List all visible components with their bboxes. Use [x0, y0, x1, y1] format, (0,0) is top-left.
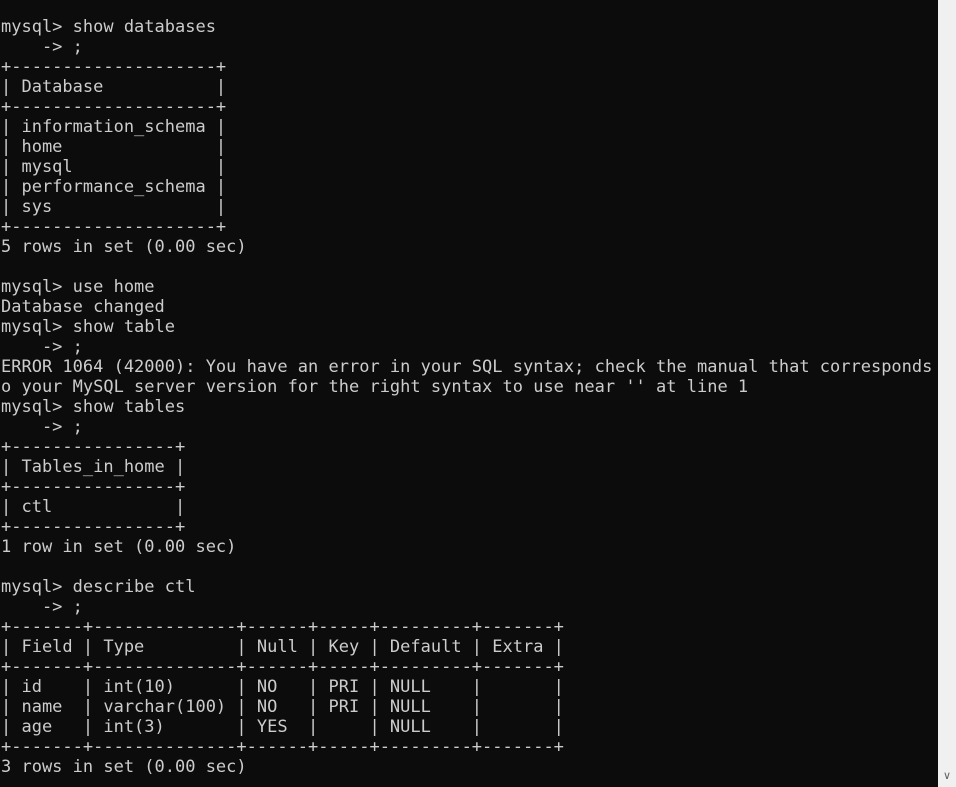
terminal-line: | Database |	[1, 77, 227, 97]
terminal-line: 1 row in set (0.00 sec)	[1, 537, 237, 557]
terminal-line: +-------+--------------+------+-----+---…	[1, 617, 564, 637]
terminal-line: mysql> use home	[1, 277, 155, 297]
terminal-line: +--------------------+	[1, 217, 227, 237]
terminal-line: mysql> describe ctl	[1, 577, 196, 597]
terminal-window[interactable]: mysql> show databases -> ; +-------------…	[0, 0, 938, 787]
terminal-line: +--------------------+	[1, 97, 227, 117]
terminal-line: -> ;	[1, 417, 83, 437]
terminal-line: o your MySQL server version for the righ…	[1, 377, 749, 397]
terminal-line: ERROR 1064 (42000): You have an error in…	[1, 357, 937, 377]
terminal-line: 5 rows in set (0.00 sec)	[1, 237, 247, 257]
terminal-line: -> ;	[1, 337, 83, 357]
terminal-line: +--------------------+	[1, 57, 227, 77]
terminal-line: +----------------+	[1, 517, 186, 537]
terminal-line: | performance_schema |	[1, 177, 227, 197]
terminal-line: | name | varchar(100) | NO | PRI | NULL …	[1, 697, 564, 717]
terminal-line: | Tables_in_home |	[1, 457, 186, 477]
terminal-line: | information_schema |	[1, 117, 227, 137]
chevron-down-icon[interactable]: ∨	[938, 769, 956, 783]
terminal-line: | Field | Type | Null | Key | Default | …	[1, 637, 564, 657]
terminal-line: -> ;	[1, 597, 83, 617]
terminal-line: | id | int(10) | NO | PRI | NULL | |	[1, 677, 564, 697]
terminal-output: mysql> show databases -> ; +-------------…	[1, 17, 937, 777]
terminal-line: | mysql |	[1, 157, 227, 177]
terminal-line: | ctl |	[1, 497, 186, 517]
terminal-line: Database changed	[1, 297, 165, 317]
terminal-line: mysql> show table	[1, 317, 175, 337]
terminal-line: | home |	[1, 137, 227, 157]
terminal-line: mysql> show databases	[1, 17, 216, 37]
terminal-line: +----------------+	[1, 477, 186, 497]
terminal-line: | sys |	[1, 197, 227, 217]
terminal-line: 3 rows in set (0.00 sec)	[1, 757, 247, 777]
terminal-line: +-------+--------------+------+-----+---…	[1, 737, 564, 757]
terminal-line: +----------------+	[1, 437, 186, 457]
terminal-line: +-------+--------------+------+-----+---…	[1, 657, 564, 677]
terminal-line: | age | int(3) | YES | | NULL | |	[1, 717, 564, 737]
terminal-line: -> ;	[1, 37, 83, 57]
vertical-scrollbar[interactable]: ∨	[938, 0, 956, 787]
terminal-line: mysql> show tables	[1, 397, 186, 417]
